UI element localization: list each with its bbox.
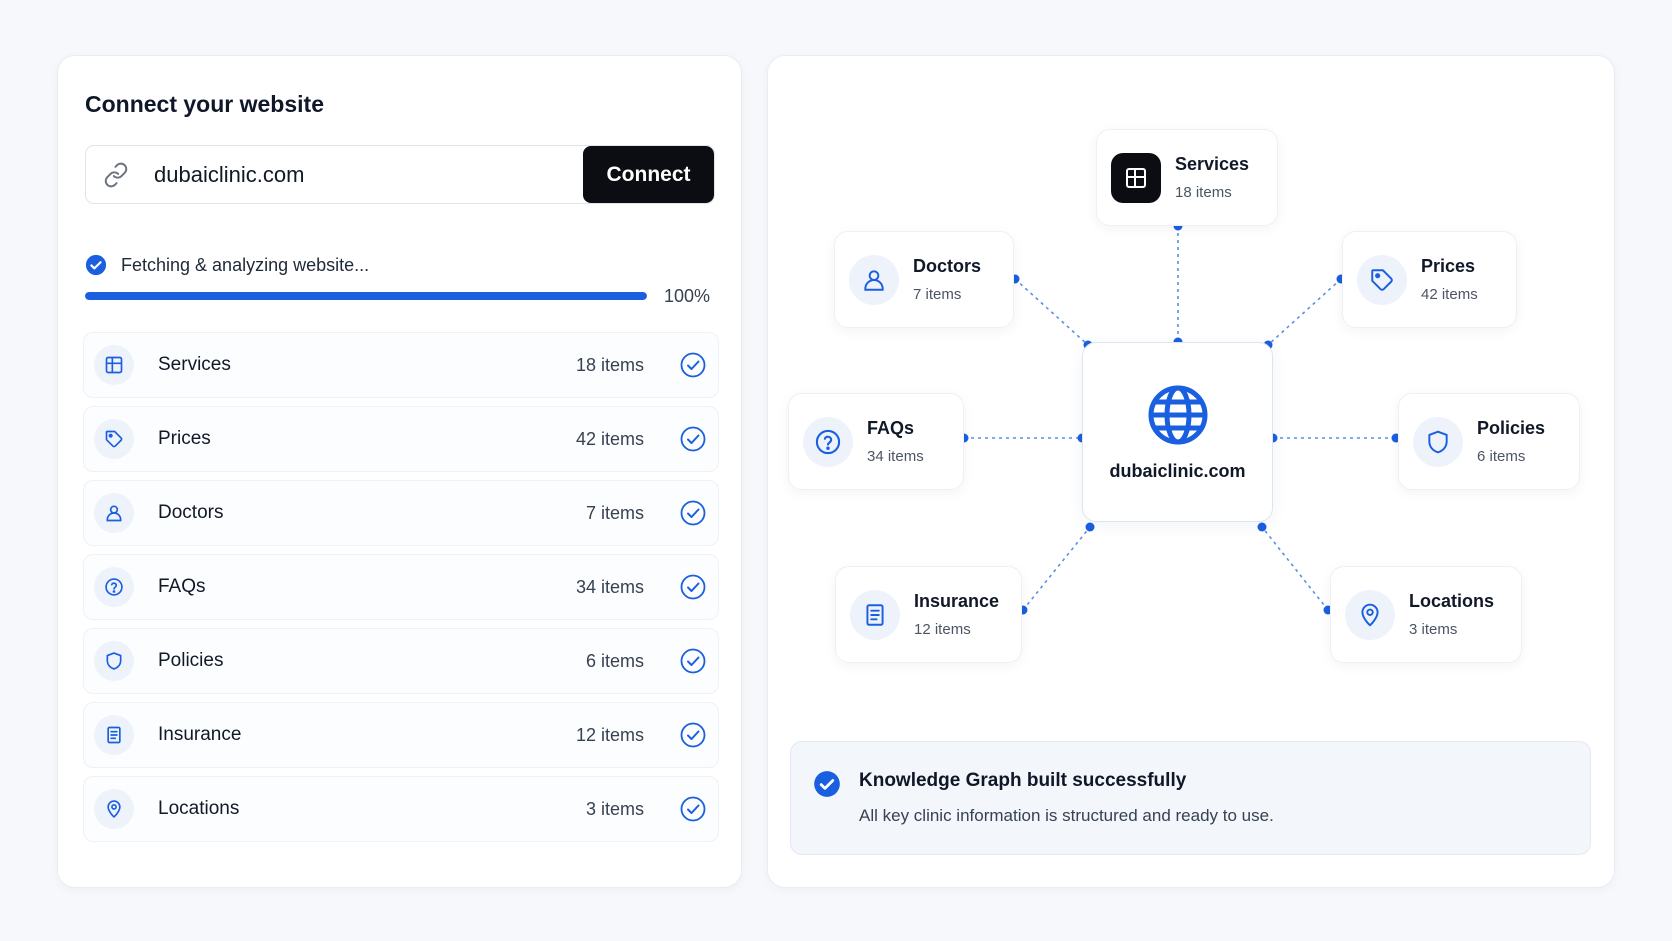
- status-row: Fetching & analyzing website...: [85, 254, 369, 276]
- progress-bar: [85, 292, 647, 300]
- node-title: FAQs: [867, 418, 915, 438]
- document-icon: [94, 715, 134, 755]
- item-count: 18 items: [575, 354, 644, 375]
- node-title: Prices: [1421, 256, 1476, 276]
- status-text: Fetching & analyzing website...: [121, 254, 370, 275]
- graph-node-doctors[interactable]: Doctors 7 items: [834, 231, 1014, 328]
- check-icon: [680, 796, 706, 822]
- node-title: Policies: [1477, 418, 1546, 438]
- node-title: Services: [1175, 154, 1250, 174]
- globe-icon: [1148, 385, 1207, 444]
- shield-icon: [1413, 416, 1463, 467]
- grid-icon: [1111, 152, 1161, 203]
- graph-node-prices[interactable]: Prices 42 items: [1342, 231, 1517, 328]
- connect-button[interactable]: Connect: [583, 146, 714, 203]
- node-count: 6 items: [1477, 448, 1526, 465]
- connector-dot: [1257, 522, 1267, 532]
- list-item[interactable]: Prices 42 items: [83, 406, 719, 472]
- item-count: 34 items: [575, 576, 644, 597]
- check-circle-icon: [85, 254, 107, 276]
- node-title: Locations: [1409, 591, 1495, 611]
- tag-icon: [94, 419, 134, 459]
- location-pin-icon: [1345, 589, 1395, 640]
- item-count: 6 items: [585, 650, 644, 671]
- node-count: 3 items: [1409, 621, 1458, 638]
- connector-doctors: [1014, 278, 1089, 346]
- graph-node-faqs[interactable]: FAQs 34 items: [788, 393, 964, 490]
- node-count: 7 items: [913, 286, 962, 303]
- progress-fill: [85, 292, 647, 300]
- check-icon: [680, 352, 706, 378]
- item-label: Insurance: [158, 724, 242, 745]
- progress-percent: 100%: [664, 286, 711, 306]
- item-label: Prices: [158, 428, 211, 449]
- list-item[interactable]: Doctors 7 items: [83, 480, 719, 546]
- node-count: 34 items: [867, 448, 924, 465]
- list-item[interactable]: Locations 3 items: [83, 776, 719, 842]
- list-item[interactable]: Policies 6 items: [83, 628, 719, 694]
- user-icon: [94, 493, 134, 533]
- item-count: 12 items: [575, 724, 644, 745]
- node-count: 42 items: [1421, 286, 1478, 303]
- success-banner: Knowledge Graph built successfully All k…: [790, 741, 1591, 855]
- connector-dot: [1085, 522, 1095, 532]
- success-description: All key clinic information is structured…: [859, 806, 1274, 825]
- link-icon: [86, 162, 146, 188]
- url-input[interactable]: [146, 161, 583, 188]
- item-label: Doctors: [158, 502, 224, 523]
- list-item[interactable]: Insurance 12 items: [83, 702, 719, 768]
- tag-icon: [1357, 254, 1407, 305]
- graph-center-node[interactable]: dubaiclinic.com: [1082, 342, 1273, 522]
- check-icon: [680, 426, 706, 452]
- item-label: Locations: [158, 798, 240, 819]
- node-title: Doctors: [913, 256, 982, 276]
- graph-node-services[interactable]: Services 18 items: [1096, 129, 1278, 226]
- node-count: 18 items: [1175, 184, 1232, 201]
- connector-prices: [1267, 278, 1342, 346]
- item-label: FAQs: [158, 576, 206, 597]
- document-icon: [850, 589, 900, 640]
- check-circle-icon: [813, 770, 841, 803]
- user-icon: [849, 254, 899, 305]
- node-title: Insurance: [914, 591, 1000, 611]
- question-icon: [94, 567, 134, 607]
- grid-icon: [94, 345, 134, 385]
- item-count: 42 items: [575, 428, 644, 449]
- extracted-items-list: Services 18 items Prices 42 items Doctor…: [83, 332, 719, 850]
- success-title: Knowledge Graph built successfully: [859, 770, 1187, 791]
- page-title: Connect your website: [85, 91, 324, 117]
- item-label: Services: [158, 354, 231, 375]
- question-icon: [803, 416, 853, 467]
- check-icon: [680, 500, 706, 526]
- item-count: 7 items: [585, 502, 644, 523]
- knowledge-graph-card: Services 18 items Doctors 7 items Prices…: [767, 55, 1615, 888]
- check-icon: [680, 648, 706, 674]
- graph-node-policies[interactable]: Policies 6 items: [1398, 393, 1580, 490]
- check-icon: [680, 574, 706, 600]
- item-count: 3 items: [585, 798, 644, 819]
- node-count: 12 items: [914, 621, 971, 638]
- graph-node-locations[interactable]: Locations 3 items: [1330, 566, 1522, 663]
- url-bar: Connect: [85, 145, 715, 204]
- list-item[interactable]: FAQs 34 items: [83, 554, 719, 620]
- center-domain-label: dubaiclinic.com: [1109, 460, 1246, 481]
- list-item[interactable]: Services 18 items: [83, 332, 719, 398]
- check-icon: [680, 722, 706, 748]
- location-pin-icon: [94, 789, 134, 829]
- connector-insurance: [1022, 526, 1091, 611]
- graph-node-insurance[interactable]: Insurance 12 items: [835, 566, 1022, 663]
- connect-website-card: Connect your website Connect Fetching & …: [57, 55, 742, 888]
- shield-icon: [94, 641, 134, 681]
- item-label: Policies: [158, 650, 224, 671]
- connector-locations: [1261, 526, 1329, 611]
